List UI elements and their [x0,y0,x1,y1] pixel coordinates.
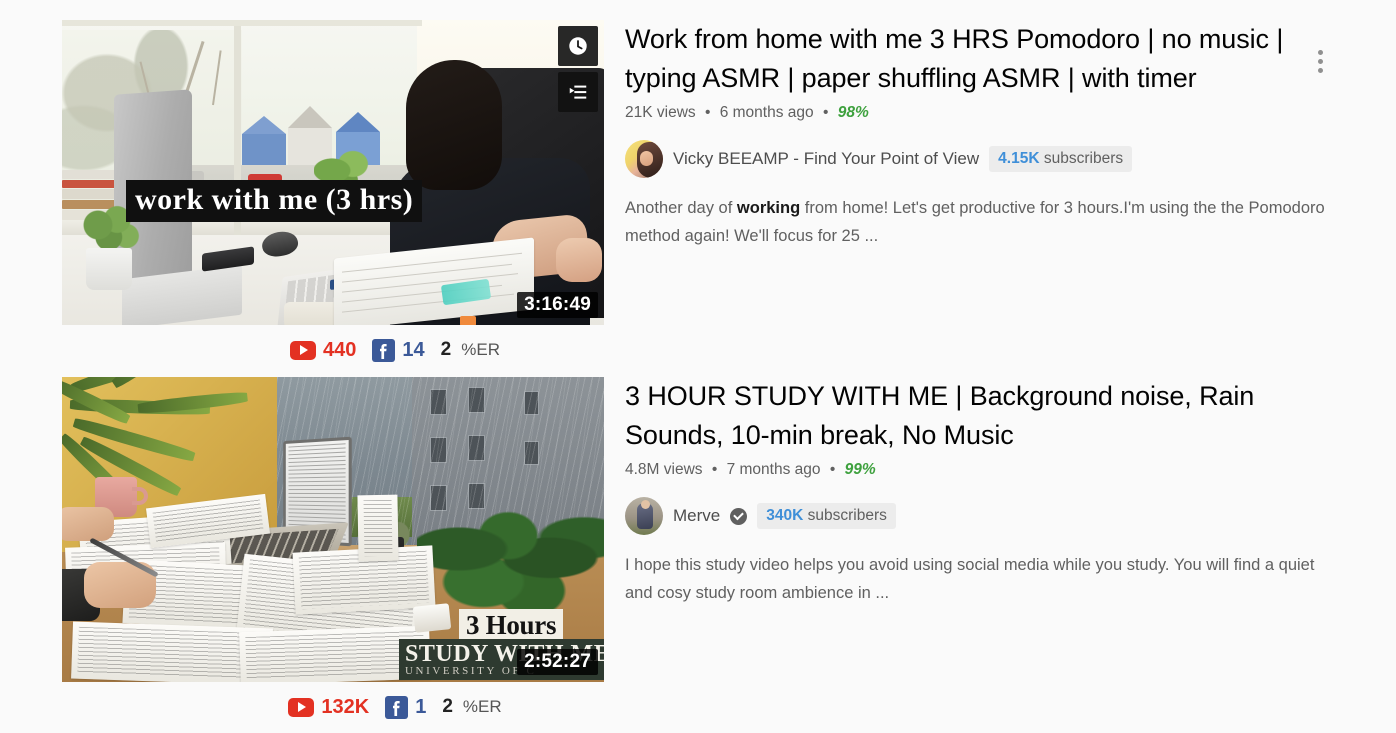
thumbnail-caption: work with me (3 hrs) [126,180,423,222]
engagement-rate-stat: 2 %ER [441,339,500,361]
thumbnail-column: work with me (3 hrs) 3:16:49 440 14 2 %E… [62,20,604,362]
channel-row[interactable]: Merve 340K subscribers [625,497,1345,535]
facebook-count: 14 [402,338,425,361]
queue-icon [569,85,587,99]
video-info-column: Work from home with me 3 HRS Pomodoro | … [625,20,1345,250]
facebook-icon [372,338,396,362]
facebook-stat: 14 [372,338,425,362]
engagement-rate-label: %ER [462,697,502,716]
facebook-icon [385,695,409,719]
like-ratio: 99% [844,461,876,478]
verified-badge-icon [730,507,748,525]
youtube-stat: 132K [288,696,369,719]
video-duration: 2:52:27 [517,649,598,675]
window-mullion [62,20,422,26]
eraser-art [460,316,476,325]
channel-avatar[interactable] [625,140,663,178]
channel-name[interactable]: Merve [673,506,720,526]
engagement-rate-stat: 2 %ER [442,696,501,718]
facebook-stat: 1 [385,695,427,719]
youtube-count: 132K [321,695,370,718]
video-thumbnail[interactable]: 3 Hours STUDY WITH ME UNIVERSITY OF C 2:… [62,377,604,682]
house-art [242,116,286,168]
meta-separator: • [822,104,829,121]
like-ratio: 98% [837,104,869,121]
kebab-menu-icon[interactable] [1307,44,1333,78]
video-thumbnail[interactable]: work with me (3 hrs) 3:16:49 [62,20,604,325]
engagement-rate-label: %ER [461,340,500,359]
description-keyword: working [736,199,801,217]
subscriber-count: 4.15K [998,150,1040,167]
channel-avatar[interactable] [625,497,663,535]
hand-art [556,238,602,282]
paper-art [357,494,399,562]
subscriber-badge: 4.15K subscribers [989,146,1133,172]
channel-row[interactable]: Vicky BEEAMP - Find Your Point of View 4… [625,140,1345,178]
description-pre: I hope this study video helps you avoid … [625,556,1315,602]
youtube-count: 440 [323,338,357,361]
subscriber-label: subscribers [1043,150,1124,167]
facebook-count: 1 [415,695,427,718]
publish-date: 6 months ago [719,104,814,121]
hair-art [406,60,502,190]
clock-icon [569,37,587,55]
engagement-rate-value: 2 [442,696,453,717]
subscriber-badge: 340K subscribers [757,503,896,529]
channel-name[interactable]: Vicky BEEAMP - Find Your Point of View [673,149,979,169]
video-meta: 21K views • 6 months ago • 98% [625,104,1345,122]
video-duration: 3:16:49 [517,292,598,318]
youtube-play-icon [288,697,315,717]
add-to-queue-button[interactable] [558,72,598,112]
meta-separator: • [711,461,718,478]
view-count: 21K views [625,104,696,121]
meta-separator: • [704,104,711,121]
thumbnail-actions [558,26,598,112]
subscriber-count: 340K [766,507,804,524]
subscriber-label: subscribers [807,507,887,524]
video-meta: 4.8M views • 7 months ago • 99% [625,461,1345,479]
desk-plant-pot-art [86,248,132,290]
thumbnail-column: 3 Hours STUDY WITH ME UNIVERSITY OF C 2:… [62,377,604,719]
engagement-stats-row: 132K 1 2 %ER [124,687,666,727]
youtube-play-icon [290,340,317,360]
watch-later-button[interactable] [558,26,598,66]
hand-art [62,507,114,541]
video-description: I hope this study video helps you avoid … [625,551,1337,607]
video-info-column: 3 HOUR STUDY WITH ME | Background noise,… [625,377,1345,607]
search-results-page: work with me (3 hrs) 3:16:49 440 14 2 %E… [0,0,1396,733]
view-count: 4.8M views [625,461,703,478]
meta-separator: • [829,461,836,478]
eraser-art [412,603,452,633]
video-title[interactable]: 3 HOUR STUDY WITH ME | Background noise,… [625,377,1305,455]
engagement-rate-value: 2 [440,339,452,360]
video-title[interactable]: Work from home with me 3 HRS Pomodoro | … [625,20,1305,98]
publish-date: 7 months ago [726,461,821,478]
video-description: Another day of working from home! Let's … [625,194,1337,250]
engagement-stats-row: 440 14 2 %ER [124,330,666,370]
youtube-stat: 440 [290,339,356,362]
large-plant-art [417,505,604,615]
description-pre: Another day of [625,199,737,217]
